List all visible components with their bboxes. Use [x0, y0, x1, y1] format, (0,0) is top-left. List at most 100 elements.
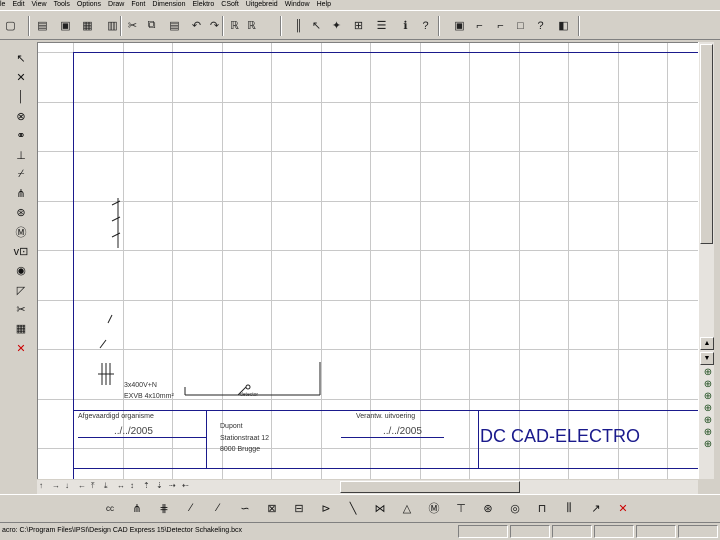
fuse-icon[interactable]: ◸	[12, 282, 30, 299]
help-query-icon[interactable]: ?	[417, 17, 434, 34]
zoom-r-icon[interactable]: ℝ	[226, 17, 243, 34]
new-icon[interactable]: ▢	[2, 17, 19, 34]
motor-icon[interactable]: Ⓜ	[12, 224, 30, 241]
line-tool-icon[interactable]: ║	[290, 17, 307, 34]
save-icon[interactable]: ▣	[57, 17, 74, 34]
wire-icon[interactable]: ╲	[344, 499, 362, 517]
menu-item-2[interactable]: View	[32, 1, 47, 9]
arrow-icon[interactable]: ↗	[587, 499, 605, 517]
motor-icon[interactable]: Ⓜ	[425, 499, 443, 517]
coil-icon[interactable]: ∽	[236, 499, 254, 517]
lamp-icon[interactable]: ⚭	[12, 127, 30, 144]
scroll-down-arrow[interactable]: ▼	[700, 352, 714, 365]
menu-item-9[interactable]: CSoft	[221, 1, 239, 9]
meter-icon[interactable]: v⊡	[12, 243, 30, 260]
transistor-icon[interactable]: ⋔	[12, 185, 30, 202]
switch-icon[interactable]: ⊥	[12, 147, 30, 164]
contact-icon[interactable]: ⌐	[492, 17, 509, 34]
nudge-arrow-icon[interactable]: ↓	[65, 481, 69, 490]
text-cc-icon[interactable]: cc	[101, 499, 119, 517]
nudge-arrow-icon[interactable]: ⇠	[182, 481, 189, 490]
zoom-in-icon[interactable]: ⊕	[702, 366, 714, 378]
paste-icon[interactable]: ▤	[166, 17, 183, 34]
scissors-icon[interactable]: ✂	[12, 301, 30, 318]
menu-item-12[interactable]: Help	[317, 1, 331, 9]
resistor-icon[interactable]: ⊓	[533, 499, 551, 517]
horizontal-scroll-thumb[interactable]	[340, 481, 520, 493]
menu-item-4[interactable]: Options	[77, 1, 101, 9]
nudge-arrow-icon[interactable]: ⇣	[156, 481, 163, 490]
contact-nc-icon[interactable]: ⋕	[155, 499, 173, 517]
delete-icon[interactable]: ✕	[12, 340, 30, 357]
arrow-tool-icon[interactable]: ↖	[308, 17, 325, 34]
scroll-up-arrow[interactable]: ▲	[700, 337, 714, 350]
zoom-out-icon[interactable]: ⊕	[702, 378, 714, 390]
target-icon[interactable]: ◎	[506, 499, 524, 517]
undo-icon[interactable]: ↶	[188, 17, 205, 34]
select-box-icon[interactable]: ⊞	[350, 17, 367, 34]
table-icon[interactable]: ▦	[12, 320, 30, 337]
menu-item-5[interactable]: Draw	[108, 1, 124, 9]
relay-icon[interactable]: ⊠	[263, 499, 281, 517]
info-icon[interactable]: ℹ	[397, 17, 414, 34]
cut-icon[interactable]: ✂	[124, 17, 141, 34]
delete-icon[interactable]: ✕	[614, 499, 632, 517]
menu-item-11[interactable]: Window	[285, 1, 310, 9]
contact-no-icon[interactable]: ⋔	[128, 499, 146, 517]
switch-b-icon[interactable]: ⁄	[209, 499, 227, 517]
zoom-all-icon[interactable]: ⊕	[702, 402, 714, 414]
preview-icon[interactable]: ▥	[104, 17, 121, 34]
menu-item-10[interactable]: Uitgebreid	[246, 1, 278, 9]
triangle-icon[interactable]: △	[398, 499, 416, 517]
zoom-l-icon[interactable]: ℝ	[243, 17, 260, 34]
bar-icon[interactable]: │	[12, 89, 30, 106]
switch-a-icon[interactable]: ⁄	[182, 499, 200, 517]
pointer-icon[interactable]: ↖	[12, 50, 30, 67]
schematic-drawing[interactable]	[38, 43, 698, 479]
cross-wire-icon[interactable]: ⋈	[371, 499, 389, 517]
transformer-icon[interactable]: ⊛	[12, 204, 30, 221]
zoom-prev-icon[interactable]: ⊕	[702, 414, 714, 426]
circle-x-icon[interactable]: ⊗	[12, 108, 30, 125]
zoom-page-icon[interactable]: ⊕	[702, 438, 714, 450]
horizontal-scrollbar[interactable]: ↑ → ↓ ← ⤒ ⤓ ↔ ↕ ⇡ ⇣ ⇢ ⇠	[37, 480, 698, 494]
snap-icon[interactable]: ⌐	[471, 17, 488, 34]
print-icon[interactable]: ▦	[79, 17, 96, 34]
nudge-arrow-icon[interactable]: ⤓	[104, 481, 108, 491]
terminal-icon[interactable]: ⊤	[452, 499, 470, 517]
menu-item-3[interactable]: Tools	[54, 1, 70, 9]
diode-icon[interactable]: ⊳	[317, 499, 335, 517]
box-icon[interactable]: □	[512, 17, 529, 34]
redo-icon[interactable]: ↷	[206, 17, 223, 34]
capacitor-icon[interactable]: ⫼	[560, 499, 578, 517]
menu-item-1[interactable]: Edit	[12, 1, 24, 9]
vertical-scroll-thumb[interactable]	[700, 44, 713, 244]
grid-icon[interactable]: ▣	[451, 17, 468, 34]
open-icon[interactable]: ▤	[34, 17, 51, 34]
fuse-box-icon[interactable]: ⊟	[290, 499, 308, 517]
zoom-fit-icon[interactable]: ⊕	[702, 426, 714, 438]
nudge-arrow-icon[interactable]: ↔	[117, 481, 125, 490]
question-icon[interactable]: ?	[532, 17, 549, 34]
menu-item-7[interactable]: Dimension	[152, 1, 185, 9]
group-icon[interactable]: ☰	[373, 17, 390, 34]
menu-item-0[interactable]: le	[0, 1, 5, 9]
nudge-arrow-icon[interactable]: ⇢	[169, 481, 176, 490]
menu-item-8[interactable]: Elektro	[192, 1, 214, 9]
drawing-canvas[interactable]: Afgevaardigd organisme ../../2005 Dupont…	[37, 42, 698, 479]
nudge-arrow-icon[interactable]: ↕	[130, 481, 134, 490]
lamp-icon[interactable]: ⊛	[479, 499, 497, 517]
cross-icon[interactable]: ✕	[12, 69, 30, 86]
lamp-icon[interactable]: ◧	[555, 17, 572, 34]
nudge-arrow-icon[interactable]: ←	[78, 481, 86, 490]
node-tool-icon[interactable]: ✦	[328, 17, 345, 34]
double-switch-icon[interactable]: ⌿	[12, 166, 30, 183]
zoom-window-icon[interactable]: ⊕	[702, 390, 714, 402]
menu-item-6[interactable]: Font	[131, 1, 145, 9]
nudge-arrow-icon[interactable]: ⇡	[143, 481, 150, 490]
nudge-arrow-icon[interactable]: →	[52, 481, 60, 490]
detector-icon[interactable]: ◉	[12, 262, 30, 279]
nudge-arrow-icon[interactable]: ⤒	[91, 481, 95, 491]
nudge-arrow-icon[interactable]: ↑	[39, 481, 43, 490]
copy-icon[interactable]: ⧉	[143, 17, 160, 34]
